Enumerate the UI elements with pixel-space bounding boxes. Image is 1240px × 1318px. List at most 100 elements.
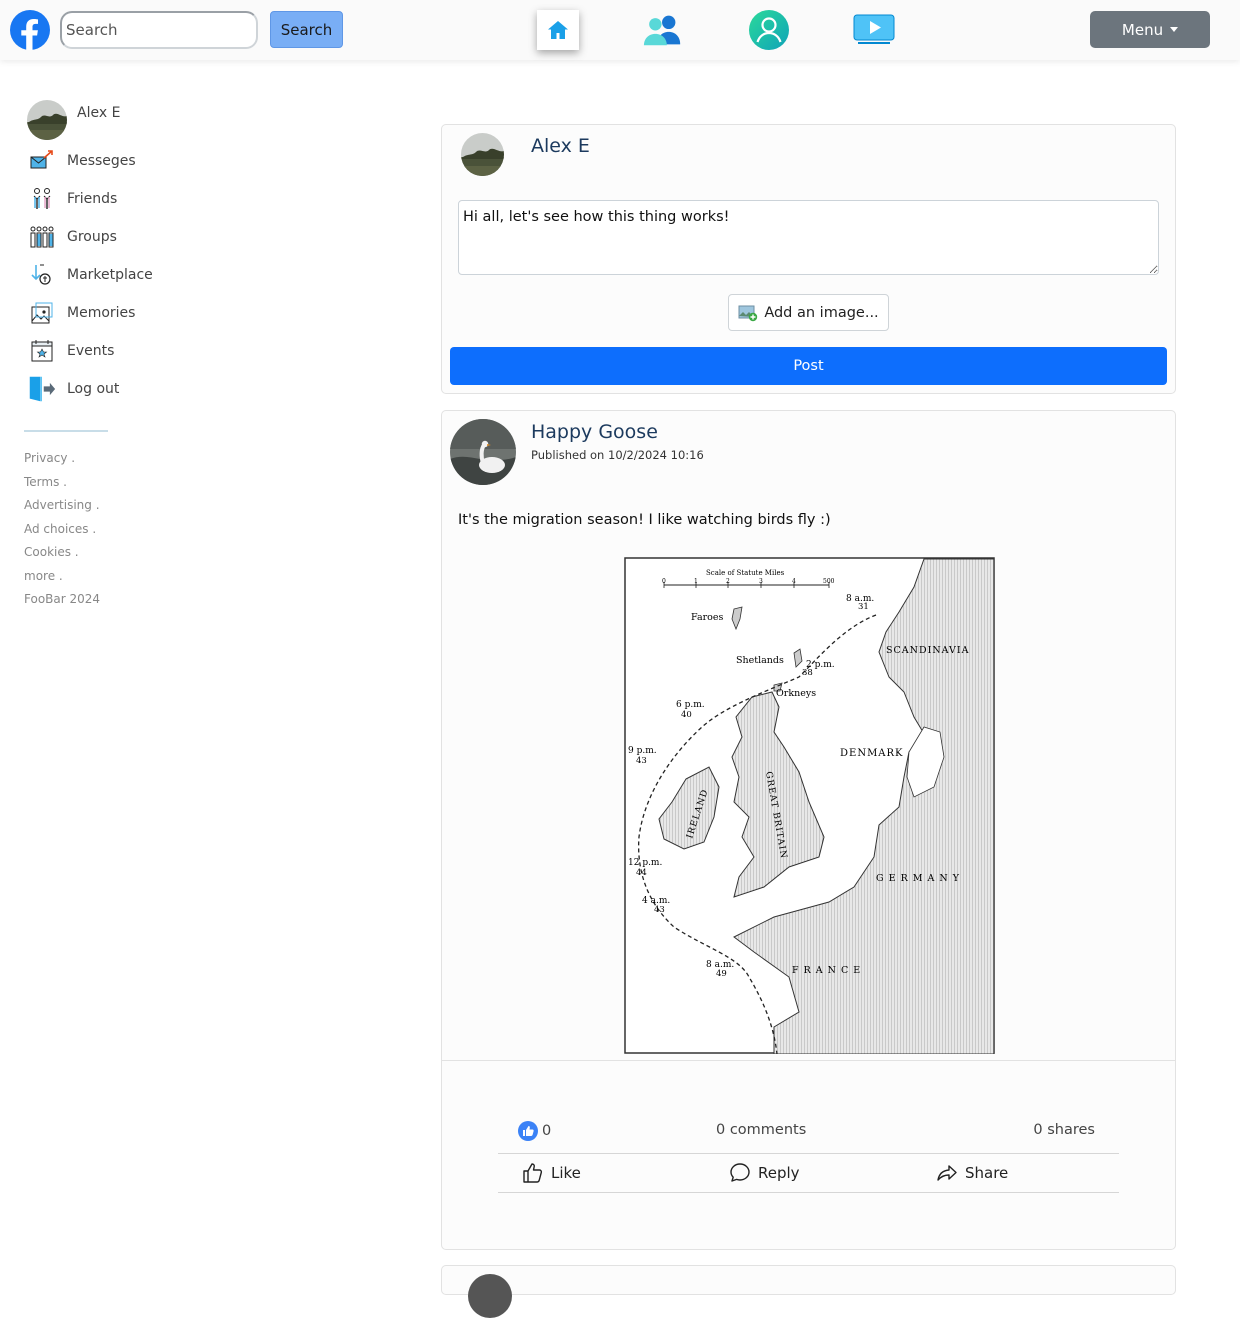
sidebar-item-label: Marketplace: [67, 267, 153, 283]
like-button[interactable]: Like: [522, 1154, 581, 1192]
add-image-icon: [738, 305, 758, 321]
sidebar-item-marketplace[interactable]: Marketplace: [28, 261, 153, 289]
sidebar-item-label: Friends: [67, 191, 118, 207]
profile-icon: [749, 10, 789, 50]
sidebar-item-memories[interactable]: Memories: [28, 299, 135, 327]
svg-text:43: 43: [654, 905, 665, 915]
reply-button[interactable]: Reply: [729, 1154, 800, 1192]
author-avatar[interactable]: [468, 1274, 512, 1318]
svg-text:40: 40: [681, 710, 692, 720]
search-input[interactable]: [60, 11, 258, 49]
top-navbar: Search Menu: [0, 0, 1240, 60]
logout-icon: [28, 375, 56, 403]
post-actions: Like Reply Share: [498, 1153, 1119, 1193]
events-icon: [28, 337, 56, 365]
sidebar-user[interactable]: Alex E: [27, 100, 120, 140]
post-composer: Alex E Hi all, let's see how this thing …: [441, 124, 1176, 394]
svg-text:2: 2: [726, 578, 730, 585]
svg-text:0: 0: [662, 578, 666, 585]
shares-count[interactable]: 0 shares: [1033, 1122, 1095, 1138]
svg-text:500: 500: [823, 578, 835, 585]
post-textarea[interactable]: Hi all, let's see how this thing works!: [458, 200, 1159, 275]
svg-text:9 p.m.: 9 p.m.: [628, 746, 657, 756]
footer-link-advertising[interactable]: Advertising .: [24, 497, 100, 521]
share-label: Share: [965, 1164, 1009, 1182]
post-text: It's the migration season! I like watchi…: [458, 512, 831, 528]
post-card: Happy Goose Published on 10/2/2024 10:16…: [441, 410, 1176, 1250]
facebook-logo-icon[interactable]: [10, 10, 50, 50]
svg-text:Faroes: Faroes: [691, 612, 723, 623]
svg-text:Orkneys: Orkneys: [776, 688, 816, 699]
menu-label: Menu: [1121, 20, 1164, 39]
svg-text:1: 1: [694, 578, 698, 585]
chat-bubble-icon: [730, 1163, 750, 1182]
friends-icon: [28, 185, 56, 213]
composer-user-name[interactable]: Alex E: [531, 135, 590, 157]
like-label: Like: [551, 1164, 581, 1182]
svg-text:44: 44: [636, 868, 647, 878]
sidebar-item-label: Messeges: [67, 153, 136, 169]
messages-icon: [28, 147, 56, 175]
footer-link-ad-choices[interactable]: Ad choices .: [24, 521, 100, 545]
thumbs-up-icon: [523, 1163, 543, 1183]
svg-text:3: 3: [759, 578, 763, 585]
svg-text:SCANDINAVIA: SCANDINAVIA: [886, 645, 970, 656]
avatar: [27, 100, 67, 140]
nav-home[interactable]: [537, 10, 579, 50]
sidebar-item-label: Events: [67, 343, 115, 359]
home-icon: [548, 21, 568, 39]
footer-link-terms[interactable]: Terms .: [24, 474, 100, 498]
svg-text:38: 38: [802, 668, 813, 678]
post-stats: 0 0 comments 0 shares: [498, 1119, 1119, 1149]
post-timestamp: Published on 10/2/2024 10:16: [531, 448, 704, 462]
svg-text:12 p.m.: 12 p.m.: [628, 858, 662, 868]
reply-label: Reply: [758, 1164, 800, 1182]
footer-link-privacy[interactable]: Privacy .: [24, 450, 100, 474]
post-image-migration-map[interactable]: Scale of Statute Miles 0 1 2 3 4 500 Faroes S…: [624, 557, 995, 1054]
footer-link-cookies[interactable]: Cookies .: [24, 544, 100, 568]
footer-link-more[interactable]: more .: [24, 568, 100, 592]
sidebar-item-logout[interactable]: Log out: [28, 375, 119, 403]
svg-text:43: 43: [636, 756, 647, 766]
likes-number: 0: [542, 1123, 552, 1139]
search-button[interactable]: Search: [270, 11, 343, 48]
sidebar-divider: [24, 430, 108, 432]
sidebar-item-label: Log out: [67, 381, 120, 397]
nav-friends[interactable]: [642, 10, 684, 50]
svg-text:G E R M A N Y: G E R M A N Y: [876, 873, 960, 884]
avatar: [461, 133, 504, 176]
add-image-button[interactable]: Add an image...: [728, 294, 889, 331]
footer-copyright: FooBar 2024: [24, 592, 101, 606]
groups-icon: [28, 223, 56, 251]
memories-icon: [28, 299, 56, 327]
next-post-card: [441, 1265, 1176, 1318]
share-button[interactable]: Share: [936, 1154, 1008, 1192]
svg-text:49: 49: [716, 969, 727, 979]
likes-count[interactable]: 0: [518, 1121, 551, 1141]
add-image-label: Add an image...: [764, 304, 879, 321]
footer-links: Privacy . Terms . Advertising . Ad choic…: [24, 450, 100, 615]
sidebar-user-name: Alex E: [77, 105, 121, 121]
post-author[interactable]: Happy Goose: [531, 421, 658, 443]
svg-text:31: 31: [858, 602, 869, 612]
svg-text:Scale of Statute Miles: Scale of Statute Miles: [706, 569, 785, 577]
sidebar-item-friends[interactable]: Friends: [28, 185, 117, 213]
friends-icon: [643, 15, 681, 46]
sidebar-item-messages[interactable]: Messeges: [28, 147, 136, 175]
svg-text:6 p.m.: 6 p.m.: [676, 700, 705, 710]
video-icon: [853, 14, 895, 44]
svg-text:F R A N C E: F R A N C E: [792, 965, 861, 976]
like-badge-icon: [518, 1121, 538, 1141]
sidebar-item-events[interactable]: Events: [28, 337, 114, 365]
marketplace-icon: [28, 261, 56, 289]
sidebar-item-groups[interactable]: Groups: [28, 223, 117, 251]
sidebar-item-label: Groups: [67, 229, 117, 245]
caret-down-icon: [1170, 27, 1179, 32]
comments-count[interactable]: 0 comments: [716, 1122, 806, 1138]
svg-text:4: 4: [792, 578, 796, 585]
author-avatar[interactable]: [450, 419, 516, 485]
menu-dropdown-button[interactable]: Menu: [1090, 11, 1210, 48]
nav-profile[interactable]: [748, 10, 790, 50]
post-button[interactable]: Post: [450, 347, 1167, 385]
nav-video[interactable]: [853, 10, 895, 50]
